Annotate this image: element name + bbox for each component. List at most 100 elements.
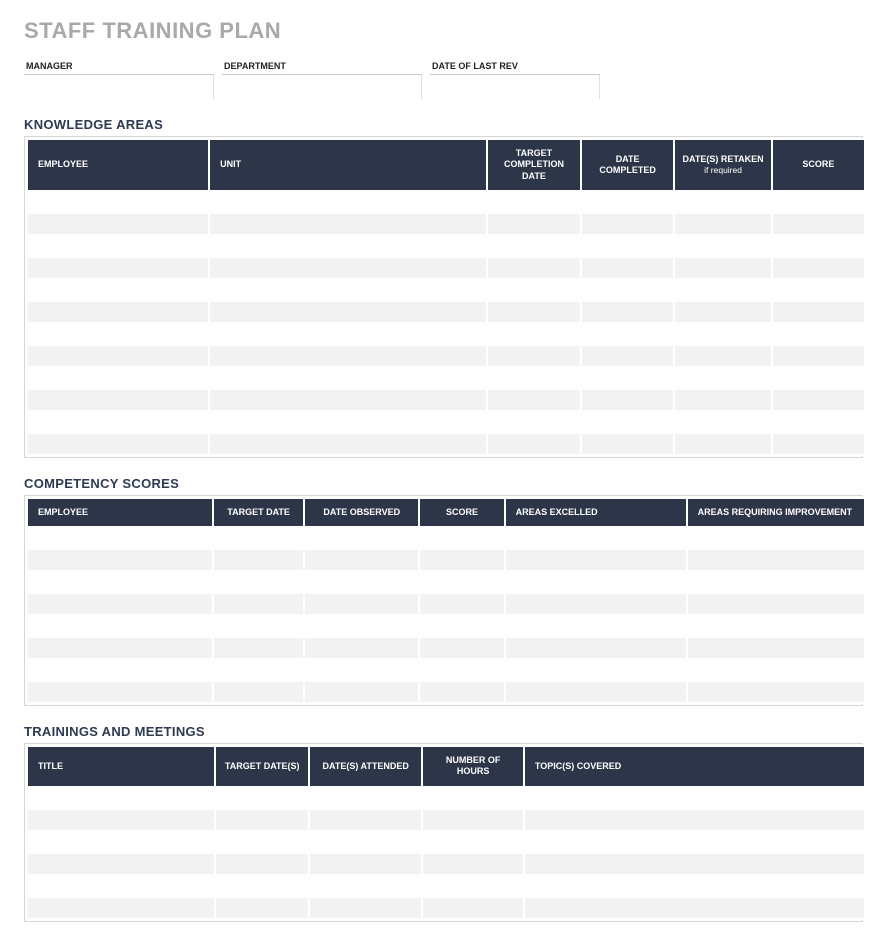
trainings-cell-target_dates[interactable] [216, 898, 308, 918]
knowledge-cell-score[interactable] [773, 434, 864, 454]
knowledge-cell-employee[interactable] [28, 412, 208, 432]
knowledge-cell-unit[interactable] [210, 236, 486, 256]
knowledge-cell-unit[interactable] [210, 346, 486, 366]
knowledge-cell-completed[interactable] [582, 390, 674, 410]
knowledge-cell-unit[interactable] [210, 434, 486, 454]
knowledge-cell-unit[interactable] [210, 214, 486, 234]
knowledge-cell-completed[interactable] [582, 280, 674, 300]
trainings-cell-dates_attended[interactable] [310, 788, 421, 808]
department-input[interactable] [222, 75, 422, 99]
knowledge-cell-score[interactable] [773, 412, 864, 432]
knowledge-cell-employee[interactable] [28, 390, 208, 410]
competency-cell-date_observed[interactable] [305, 528, 418, 548]
competency-cell-improve[interactable] [688, 594, 864, 614]
knowledge-cell-target[interactable] [488, 192, 580, 212]
knowledge-cell-employee[interactable] [28, 258, 208, 278]
competency-cell-employee[interactable] [28, 572, 212, 592]
trainings-cell-title[interactable] [28, 854, 214, 874]
knowledge-cell-target[interactable] [488, 214, 580, 234]
trainings-cell-hours[interactable] [423, 810, 522, 830]
knowledge-cell-completed[interactable] [582, 434, 674, 454]
knowledge-cell-target[interactable] [488, 434, 580, 454]
competency-cell-employee[interactable] [28, 528, 212, 548]
trainings-cell-title[interactable] [28, 876, 214, 896]
competency-cell-employee[interactable] [28, 594, 212, 614]
knowledge-cell-employee[interactable] [28, 214, 208, 234]
knowledge-cell-employee[interactable] [28, 192, 208, 212]
knowledge-cell-unit[interactable] [210, 368, 486, 388]
trainings-cell-hours[interactable] [423, 832, 522, 852]
knowledge-cell-retaken[interactable] [675, 214, 770, 234]
competency-cell-excelled[interactable] [506, 550, 686, 570]
knowledge-cell-employee[interactable] [28, 302, 208, 322]
knowledge-cell-retaken[interactable] [675, 390, 770, 410]
competency-cell-date_observed[interactable] [305, 616, 418, 636]
knowledge-cell-completed[interactable] [582, 368, 674, 388]
trainings-cell-topics[interactable] [525, 788, 864, 808]
competency-cell-improve[interactable] [688, 638, 864, 658]
knowledge-cell-employee[interactable] [28, 280, 208, 300]
knowledge-cell-retaken[interactable] [675, 412, 770, 432]
competency-cell-excelled[interactable] [506, 616, 686, 636]
competency-cell-improve[interactable] [688, 616, 864, 636]
competency-cell-employee[interactable] [28, 550, 212, 570]
trainings-cell-title[interactable] [28, 810, 214, 830]
trainings-cell-target_dates[interactable] [216, 854, 308, 874]
competency-cell-date_observed[interactable] [305, 572, 418, 592]
trainings-cell-dates_attended[interactable] [310, 898, 421, 918]
trainings-cell-title[interactable] [28, 832, 214, 852]
competency-cell-improve[interactable] [688, 660, 864, 680]
competency-cell-score[interactable] [420, 682, 503, 702]
knowledge-cell-target[interactable] [488, 412, 580, 432]
competency-cell-target_date[interactable] [214, 638, 303, 658]
competency-cell-date_observed[interactable] [305, 682, 418, 702]
competency-cell-improve[interactable] [688, 572, 864, 592]
competency-cell-target_date[interactable] [214, 616, 303, 636]
competency-cell-date_observed[interactable] [305, 594, 418, 614]
competency-cell-score[interactable] [420, 550, 503, 570]
knowledge-cell-completed[interactable] [582, 346, 674, 366]
trainings-cell-target_dates[interactable] [216, 876, 308, 896]
knowledge-cell-unit[interactable] [210, 302, 486, 322]
knowledge-cell-unit[interactable] [210, 192, 486, 212]
competency-cell-employee[interactable] [28, 660, 212, 680]
competency-cell-target_date[interactable] [214, 682, 303, 702]
knowledge-cell-completed[interactable] [582, 214, 674, 234]
knowledge-cell-retaken[interactable] [675, 236, 770, 256]
competency-cell-excelled[interactable] [506, 660, 686, 680]
trainings-cell-hours[interactable] [423, 788, 522, 808]
trainings-cell-dates_attended[interactable] [310, 876, 421, 896]
trainings-cell-topics[interactable] [525, 832, 864, 852]
knowledge-cell-unit[interactable] [210, 324, 486, 344]
knowledge-cell-score[interactable] [773, 302, 864, 322]
trainings-cell-title[interactable] [28, 898, 214, 918]
knowledge-cell-completed[interactable] [582, 324, 674, 344]
trainings-cell-dates_attended[interactable] [310, 854, 421, 874]
knowledge-cell-score[interactable] [773, 368, 864, 388]
competency-cell-improve[interactable] [688, 550, 864, 570]
competency-cell-target_date[interactable] [214, 572, 303, 592]
lastrev-input[interactable] [430, 75, 600, 99]
knowledge-cell-employee[interactable] [28, 434, 208, 454]
competency-cell-improve[interactable] [688, 682, 864, 702]
trainings-cell-hours[interactable] [423, 876, 522, 896]
trainings-cell-topics[interactable] [525, 810, 864, 830]
competency-cell-score[interactable] [420, 594, 503, 614]
competency-cell-improve[interactable] [688, 528, 864, 548]
knowledge-cell-completed[interactable] [582, 302, 674, 322]
knowledge-cell-retaken[interactable] [675, 302, 770, 322]
knowledge-cell-target[interactable] [488, 346, 580, 366]
knowledge-cell-employee[interactable] [28, 368, 208, 388]
competency-cell-date_observed[interactable] [305, 638, 418, 658]
competency-cell-excelled[interactable] [506, 594, 686, 614]
knowledge-cell-retaken[interactable] [675, 324, 770, 344]
knowledge-cell-target[interactable] [488, 302, 580, 322]
trainings-cell-hours[interactable] [423, 854, 522, 874]
competency-cell-employee[interactable] [28, 616, 212, 636]
knowledge-cell-retaken[interactable] [675, 280, 770, 300]
competency-cell-score[interactable] [420, 616, 503, 636]
trainings-cell-target_dates[interactable] [216, 788, 308, 808]
competency-cell-excelled[interactable] [506, 638, 686, 658]
knowledge-cell-score[interactable] [773, 280, 864, 300]
competency-cell-score[interactable] [420, 528, 503, 548]
